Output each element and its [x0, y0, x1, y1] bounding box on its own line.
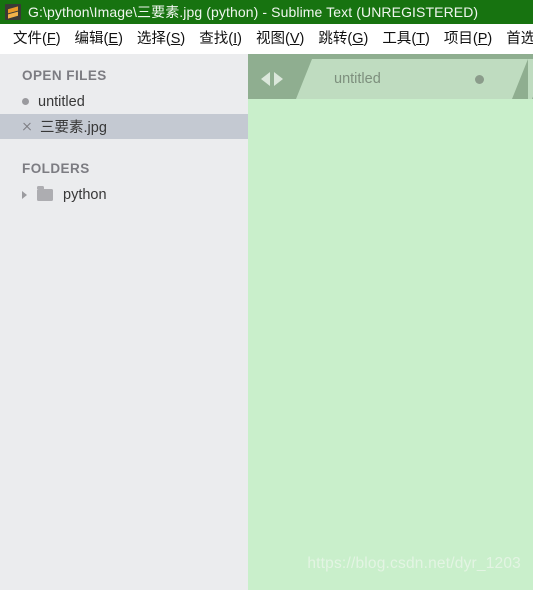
- menu-item-project-label: 项目: [443, 31, 473, 47]
- editor-surface[interactable]: https://blog.csdn.net/dyr_1203: [248, 99, 533, 590]
- menu-item-selection[interactable]: 选择(S): [130, 29, 192, 49]
- tab-label-untitled: untitled: [334, 71, 381, 87]
- menu-item-view-label: 视图: [255, 31, 285, 47]
- menu-item-tools-label: 工具: [382, 31, 412, 47]
- menu-item-view[interactable]: 视图(V): [249, 29, 311, 49]
- menu-item-find[interactable]: 查找(I): [192, 29, 249, 49]
- nav-prev-icon[interactable]: [261, 72, 270, 86]
- sublime-text-icon: [5, 4, 21, 20]
- open-file-label-image: 三要素.jpg: [40, 120, 107, 136]
- menu-item-goto[interactable]: 跳转(G): [311, 29, 375, 49]
- open-file-row-untitled[interactable]: untitled: [0, 89, 248, 114]
- watermark-text: https://blog.csdn.net/dyr_1203: [307, 555, 521, 572]
- window-body: OPEN FILES untitled 三要素.jpg FOLDERS pyth…: [0, 54, 533, 590]
- open-file-label-untitled: untitled: [38, 93, 85, 110]
- menu-item-tools-accel: T: [416, 31, 426, 47]
- menu-item-edit[interactable]: 编辑(E): [68, 29, 130, 49]
- menu-item-file-label: 文件: [13, 31, 42, 47]
- tab-shape: [296, 59, 528, 99]
- sublime-text-window: G:\python\Image\三要素.jpg (python) - Subli…: [0, 0, 533, 590]
- menu-item-project-accel: P: [477, 31, 488, 47]
- tab-bar-filler: [528, 59, 533, 99]
- folder-label-python: python: [63, 186, 107, 203]
- menu-item-goto-accel: G: [352, 31, 364, 47]
- menu-item-file[interactable]: 文件(F): [6, 29, 68, 49]
- editor-pane: untitled https://blog.csdn.net/dyr_1203: [248, 54, 533, 590]
- menu-item-view-accel: V: [289, 31, 300, 47]
- menu-item-preferences-label: 首选: [506, 31, 533, 47]
- folder-row-python[interactable]: python: [0, 182, 248, 207]
- menu-item-project[interactable]: 项目(P): [437, 29, 499, 49]
- tab-untitled[interactable]: untitled: [296, 59, 528, 99]
- title-bar: G:\python\Image\三要素.jpg (python) - Subli…: [0, 0, 533, 24]
- menu-item-find-accel: I: [233, 31, 238, 47]
- folders-heading: FOLDERS: [22, 161, 90, 176]
- folder-icon: [37, 185, 53, 201]
- menu-item-selection-label: 选择: [136, 31, 166, 47]
- menu-item-edit-label: 编辑: [74, 31, 104, 47]
- tab-dirty-indicator-icon[interactable]: [475, 74, 484, 84]
- menu-item-preferences[interactable]: 首选: [499, 29, 533, 49]
- chevron-right-icon[interactable]: [22, 190, 27, 199]
- menu-item-goto-label: 跳转: [318, 31, 348, 47]
- tab-navigation: [248, 59, 296, 99]
- window-title: G:\python\Image\三要素.jpg (python) - Subli…: [28, 4, 479, 20]
- menu-item-tools[interactable]: 工具(T): [375, 29, 437, 49]
- open-files-heading: OPEN FILES: [22, 68, 107, 83]
- nav-next-icon[interactable]: [274, 72, 283, 86]
- menu-item-selection-accel: S: [170, 31, 181, 47]
- menu-item-find-label: 查找: [199, 31, 229, 47]
- sidebar: OPEN FILES untitled 三要素.jpg FOLDERS pyth…: [0, 54, 248, 590]
- menu-item-edit-accel: E: [108, 31, 119, 47]
- menu-item-file-accel: F: [46, 31, 56, 47]
- menu-bar: 文件(F) 编辑(E) 选择(S) 查找(I) 视图(V) 跳转(G) 工具(T…: [0, 24, 533, 54]
- open-file-row-image[interactable]: 三要素.jpg: [0, 114, 248, 139]
- dirty-dot-icon: [22, 98, 29, 105]
- close-icon[interactable]: [22, 122, 31, 131]
- folders-group: FOLDERS python: [0, 161, 248, 207]
- tab-bar: untitled: [248, 59, 533, 99]
- open-files-group: OPEN FILES untitled 三要素.jpg: [0, 68, 248, 139]
